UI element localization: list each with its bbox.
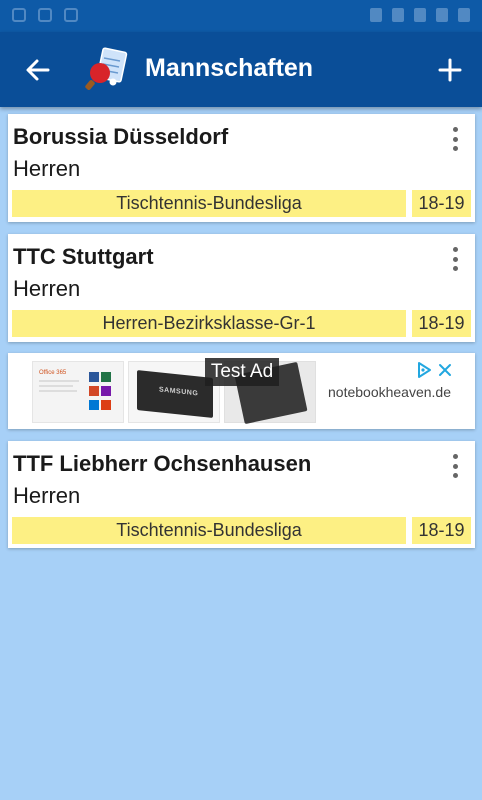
status-icons-left <box>12 8 78 22</box>
league-badge: Herren-Bezirksklasse-Gr-1 <box>12 310 406 337</box>
ad-image-office[interactable]: Office 365 <box>32 361 124 423</box>
team-type: Herren <box>13 156 81 181</box>
season-badge: 18-19 <box>412 190 471 217</box>
status-bar <box>0 0 482 32</box>
status-icons-right <box>370 8 470 22</box>
page-title: Mannschaften <box>145 54 314 82</box>
ssd-drive: SAMSUNG <box>137 370 213 418</box>
more-vert-icon[interactable] <box>444 451 466 481</box>
app-bar: Mannschaften <box>0 32 482 107</box>
office-label: Office 365 <box>39 370 67 376</box>
league-badge: Tischtennis-Bundesliga <box>12 190 406 217</box>
ssd-brand: SAMSUNG <box>159 386 199 398</box>
back-button[interactable] <box>20 52 56 88</box>
more-vert-icon[interactable] <box>444 244 466 274</box>
team-name: Borussia Düsseldorf <box>13 124 229 149</box>
test-ad-badge: Test Ad <box>205 358 279 386</box>
adchoices-icon[interactable] <box>416 361 432 379</box>
more-vert-icon[interactable] <box>444 124 466 154</box>
team-name: TTF Liebherr Ochsenhausen <box>13 451 312 476</box>
arrow-left-icon <box>26 59 50 81</box>
team-card[interactable]: Borussia Düsseldorf Herren Tischtennis-B… <box>8 114 475 222</box>
league-badge: Tischtennis-Bundesliga <box>12 517 406 544</box>
team-type: Herren <box>13 276 81 301</box>
plus-icon <box>438 58 462 82</box>
ad-banner[interactable]: Office 365 SAMSUNG Test Ad notebookheave… <box>8 353 475 429</box>
season-badge: 18-19 <box>412 310 471 337</box>
team-card[interactable]: TTF Liebherr Ochsenhausen Herren Tischte… <box>8 441 475 548</box>
close-icon[interactable] <box>437 361 453 379</box>
team-name: TTC Stuttgart <box>13 244 154 269</box>
table-tennis-logo-icon <box>85 47 128 90</box>
add-team-button[interactable] <box>432 52 468 88</box>
team-type: Herren <box>13 483 81 508</box>
team-card[interactable]: TTC Stuttgart Herren Herren-Bezirksklass… <box>8 234 475 342</box>
season-badge: 18-19 <box>412 517 471 544</box>
ad-domain[interactable]: notebookheaven.de <box>328 384 451 400</box>
